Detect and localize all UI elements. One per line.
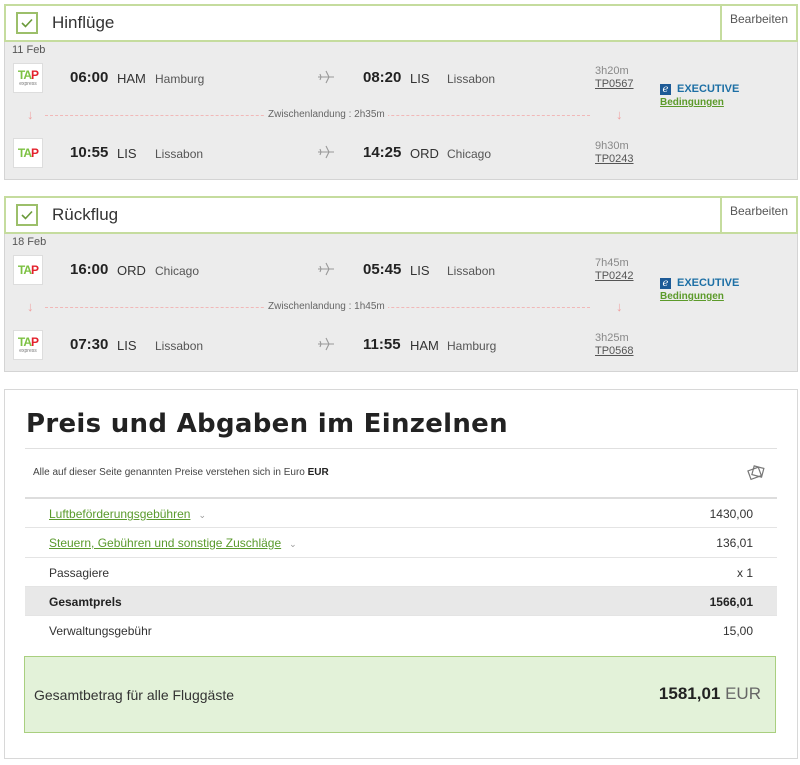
arrow-down-icon: ↓ xyxy=(27,107,34,122)
price-title: Preis und Abgaben im Einzelnen xyxy=(26,409,508,439)
flight-duration: 3h25m TP0568 xyxy=(595,332,634,358)
outbound-date: 11 Feb xyxy=(12,44,46,56)
divider xyxy=(25,448,777,449)
arrival-time: 11:55 xyxy=(363,336,401,353)
arrival-code: LIS xyxy=(410,71,430,86)
admin-fee-label: Verwaltungsgebühr xyxy=(49,624,152,638)
chevron-down-icon: ⌄ xyxy=(289,539,297,549)
flight-segment: TAP express 07:30 LIS Lissabon 11:55 HAM… xyxy=(5,324,797,366)
executive-icon: e xyxy=(660,83,671,95)
plane-icon xyxy=(318,337,334,351)
flight-number-link[interactable]: TP0568 xyxy=(595,345,634,358)
grand-total-label: Gesamtbetrag für alle Fluggäste xyxy=(34,687,234,703)
chevron-down-icon: ⌄ xyxy=(198,510,206,520)
arrival-city: Hamburg xyxy=(447,339,497,353)
layover-text: Zwischenlandung : 1h45m xyxy=(265,301,388,312)
price-row-air-fare: Luftbeförderungsgebühren ⌄ 1430,00 xyxy=(25,497,777,526)
inbound-flight-block: Rückflug Bearbeiten 18 Feb TAP 16:00 ORD… xyxy=(4,196,798,372)
departure-time: 06:00 xyxy=(70,69,109,86)
passengers-value: x 1 xyxy=(736,566,753,580)
cabin-class: EXECUTIVE xyxy=(677,83,740,95)
arrival-time: 08:20 xyxy=(363,69,402,86)
arrival-city: Chicago xyxy=(447,147,492,161)
flight-segment: TAP 10:55 LIS Lissabon 14:25 ORD Chicago… xyxy=(5,132,797,174)
total-label: Gesamtprels xyxy=(49,595,122,609)
arrival-code: ORD xyxy=(410,146,439,161)
arrival-time: 05:45 xyxy=(363,261,402,278)
flight-duration: 3h20m TP0567 xyxy=(595,65,634,91)
taxes-value: 136,01 xyxy=(716,536,753,550)
plane-icon xyxy=(318,70,334,84)
arrival-city: Lissabon xyxy=(447,72,496,86)
check-icon xyxy=(16,204,38,226)
arrival-city: Lissabon xyxy=(447,264,496,278)
admin-fee-value: 15,00 xyxy=(722,624,753,638)
conditions-link[interactable]: Bedingungen xyxy=(660,97,739,108)
grand-total-value: 1581,01 EUR xyxy=(658,684,761,703)
total-value: 1566,01 xyxy=(709,595,753,609)
arrow-down-icon: ↓ xyxy=(616,299,623,314)
flight-duration: 7h45m TP0242 xyxy=(595,257,634,283)
plane-icon xyxy=(318,145,334,159)
departure-city: Chicago xyxy=(155,264,200,278)
cabin-info: e EXECUTIVE Bedingungen xyxy=(660,277,739,302)
tap-logo: TAP xyxy=(13,255,43,285)
grand-total-box: Gesamtbetrag für alle Fluggäste 1581,01 … xyxy=(24,656,776,733)
inbound-date: 18 Feb xyxy=(12,236,47,248)
executive-icon: e xyxy=(660,277,671,289)
departure-city: Lissabon xyxy=(155,339,204,353)
departure-code: HAM xyxy=(117,71,146,86)
departure-time: 16:00 xyxy=(70,261,109,278)
price-row-taxes: Steuern, Gebühren und sonstige Zuschläge… xyxy=(25,527,777,556)
conditions-link[interactable]: Bedingungen xyxy=(660,291,739,302)
arrow-down-icon: ↓ xyxy=(27,299,34,314)
taxes-link[interactable]: Steuern, Gebühren und sonstige Zuschläge… xyxy=(49,536,297,550)
departure-time: 07:30 xyxy=(70,336,109,353)
flight-number-link[interactable]: TP0243 xyxy=(595,153,634,166)
inbound-title: Rückflug xyxy=(52,205,119,224)
outbound-header: Hinflüge Bearbeiten xyxy=(4,4,798,42)
layover: ↓ Zwischenlandung : 1h45m ↓ e EXECUTIVE B… xyxy=(5,277,797,324)
outbound-edit-button[interactable]: Bearbeiten xyxy=(720,6,796,42)
outbound-flight-block: Hinflüge Bearbeiten 11 Feb TAP express 0… xyxy=(4,4,798,180)
arrival-code: LIS xyxy=(410,263,430,278)
plane-icon xyxy=(318,262,334,276)
price-row-total: Gesamtprels 1566,01 xyxy=(25,586,777,615)
tap-express-logo: TAP express xyxy=(13,330,43,360)
arrival-code: HAM xyxy=(410,338,439,353)
departure-time: 10:55 xyxy=(70,144,109,161)
passengers-label: Passagiere xyxy=(49,566,110,580)
departure-code: LIS xyxy=(117,146,137,161)
inbound-header: Rückflug Bearbeiten xyxy=(4,196,798,234)
price-breakdown-panel: Preis und Abgaben im Einzelnen Alle auf … xyxy=(4,389,798,759)
layover: ↓ Zwischenlandung : 2h35m ↓ e EXECUTIVE B… xyxy=(5,83,797,132)
flight-number-link[interactable]: TP0567 xyxy=(595,78,634,91)
price-row-admin-fee: Verwaltungsgebühr 15,00 xyxy=(25,615,777,644)
departure-city: Hamburg xyxy=(155,72,205,86)
air-fare-link[interactable]: Luftbeförderungsgebühren ⌄ xyxy=(49,507,206,521)
arrival-time: 14:25 xyxy=(363,144,402,161)
departure-code: ORD xyxy=(117,263,146,278)
flight-duration: 9h30m TP0243 xyxy=(595,140,634,166)
arrow-down-icon: ↓ xyxy=(616,107,623,122)
cabin-class: EXECUTIVE xyxy=(677,277,740,289)
layover-text: Zwischenlandung : 2h35m xyxy=(265,109,388,120)
departure-code: LIS xyxy=(117,338,137,353)
flight-number-link[interactable]: TP0242 xyxy=(595,270,634,283)
outbound-title: Hinflüge xyxy=(52,13,115,32)
tap-logo: TAP xyxy=(13,138,43,168)
tap-express-logo: TAP express xyxy=(13,63,43,93)
departure-city: Lissabon xyxy=(155,147,204,161)
inbound-edit-button[interactable]: Bearbeiten xyxy=(720,198,796,234)
cabin-info: e EXECUTIVE Bedingungen xyxy=(660,83,739,108)
air-fare-value: 1430,00 xyxy=(709,507,753,521)
check-icon xyxy=(16,12,38,34)
price-row-passengers: Passagiere x 1 xyxy=(25,557,777,586)
currency-note: Alle auf dieser Seite genannten Preise v… xyxy=(33,467,329,478)
money-icon xyxy=(747,465,765,481)
